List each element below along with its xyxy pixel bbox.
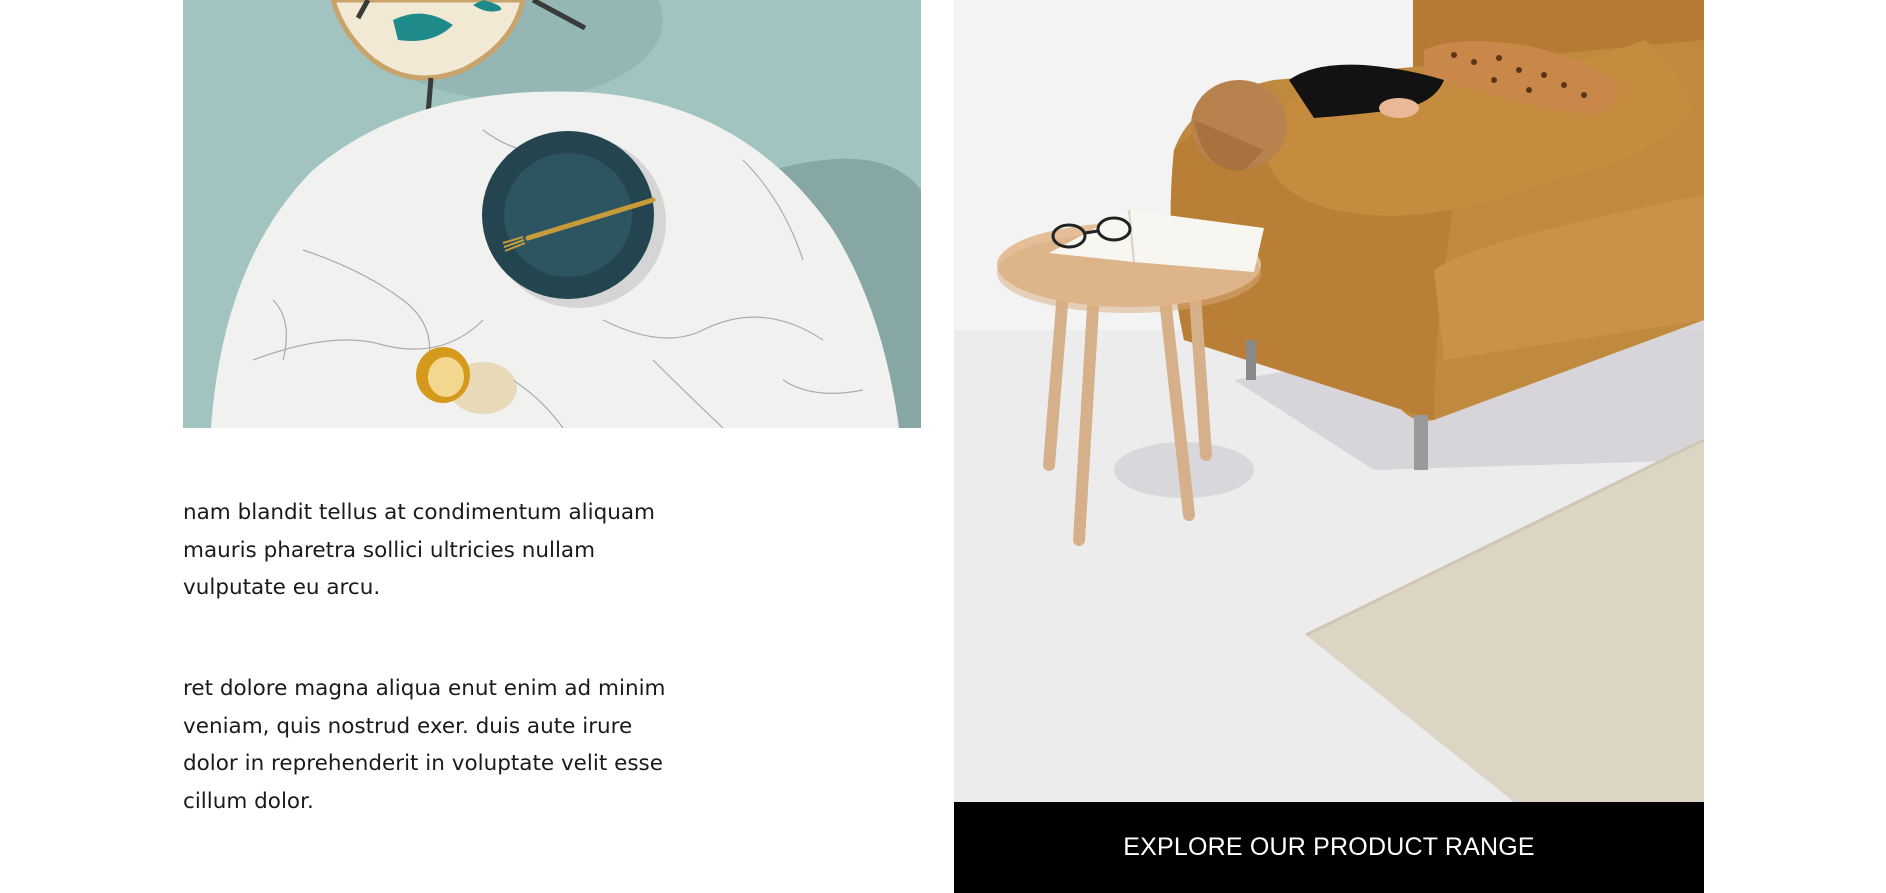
body-paragraph-2: ret dolore magna aliqua enut enim ad min… — [183, 676, 666, 814]
page: nam blandit tellus at condimentum aliqua… — [0, 0, 1886, 893]
body-paragraph-1: nam blandit tellus at condimentum aliqua… — [183, 500, 655, 600]
marble-table-image — [183, 0, 921, 428]
explore-product-range-button[interactable]: EXPLORE OUR PRODUCT RANGE — [954, 802, 1704, 893]
sofa-lifestyle-image — [954, 0, 1704, 802]
